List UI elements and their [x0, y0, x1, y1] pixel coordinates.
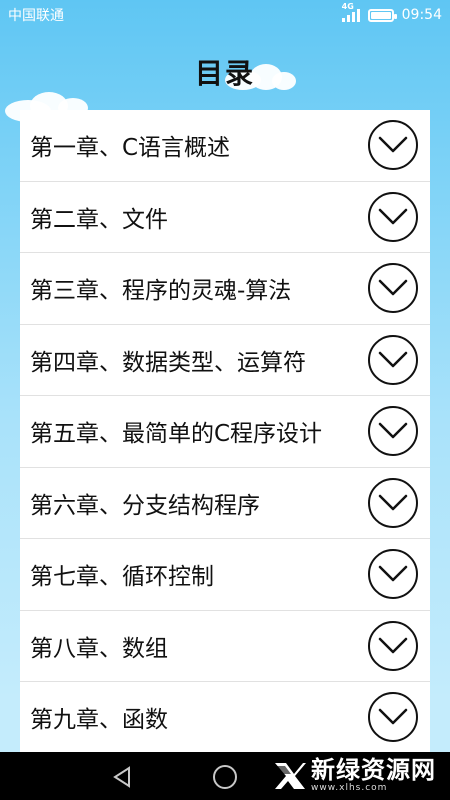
- chevron-down-circle-icon[interactable]: [368, 406, 418, 457]
- chapter-item[interactable]: 第五章、最简单的C程序设计: [20, 396, 430, 468]
- chevron-down-circle-icon[interactable]: [368, 120, 418, 171]
- chapter-label: 第五章、最简单的C程序设计: [30, 421, 323, 448]
- home-icon[interactable]: [213, 765, 237, 789]
- watermark-logo: 新绿资源网 www.xlhs.com: [273, 758, 436, 793]
- chapter-item[interactable]: 第一章、C语言概述: [20, 110, 430, 182]
- chapter-item[interactable]: 第三章、程序的灵魂-算法: [20, 253, 430, 325]
- carrier-label: 中国联通: [8, 8, 64, 24]
- chapter-item[interactable]: 第二章、文件: [20, 181, 430, 253]
- status-bar: 中国联通 4G 09:54: [0, 0, 450, 30]
- page-title: 目录: [194, 57, 255, 90]
- chapter-label: 第一章、C语言概述: [30, 135, 231, 162]
- chevron-down-circle-icon[interactable]: [368, 263, 418, 314]
- status-indicators: 4G 09:54: [341, 2, 442, 23]
- chapter-label: 第七章、循环控制: [30, 564, 214, 591]
- watermark-title: 新绿资源网: [311, 756, 436, 784]
- xlhs-logo-icon: [275, 762, 306, 789]
- watermark-url: www.xlhs.com: [311, 783, 388, 793]
- battery-icon: [367, 8, 397, 22]
- clock: 09:54: [401, 7, 442, 23]
- chapter-item[interactable]: 第六章、分支结构程序: [20, 467, 430, 539]
- chapter-label: 第六章、分支结构程序: [30, 492, 260, 519]
- chevron-down-circle-icon[interactable]: [368, 191, 418, 242]
- chapter-label: 第九章、函数: [30, 707, 168, 734]
- chevron-down-circle-icon[interactable]: [368, 549, 418, 600]
- chapter-label: 第四章、数据类型、运算符: [30, 349, 306, 376]
- signal-icon: 4G: [341, 2, 360, 22]
- chapter-label: 第三章、程序的灵魂-算法: [30, 278, 292, 305]
- chapter-list: 第一章、C语言概述 第二章、文件第三章、程序的灵魂-算法 第四章、数据类型、运算符第…: [20, 110, 430, 754]
- chevron-down-circle-icon[interactable]: [368, 334, 418, 385]
- chapter-label: 第八章、数组: [30, 635, 168, 662]
- network-type-label: 4G: [341, 2, 354, 11]
- chapter-item[interactable]: 第四章、数据类型、运算符: [20, 324, 430, 396]
- chevron-down-circle-icon[interactable]: [368, 692, 418, 743]
- chapter-item[interactable]: 第八章、数组: [20, 610, 430, 682]
- chevron-down-circle-icon[interactable]: [368, 477, 418, 528]
- navigation-bar: 新绿资源网 www.xlhs.com: [0, 752, 450, 800]
- chapter-item[interactable]: 第七章、循环控制: [20, 539, 430, 611]
- back-icon[interactable]: [112, 766, 134, 788]
- chapter-item[interactable]: 第九章、函数: [20, 682, 430, 754]
- chevron-down-circle-icon[interactable]: [368, 620, 418, 671]
- chapter-label: 第二章、文件: [30, 206, 168, 233]
